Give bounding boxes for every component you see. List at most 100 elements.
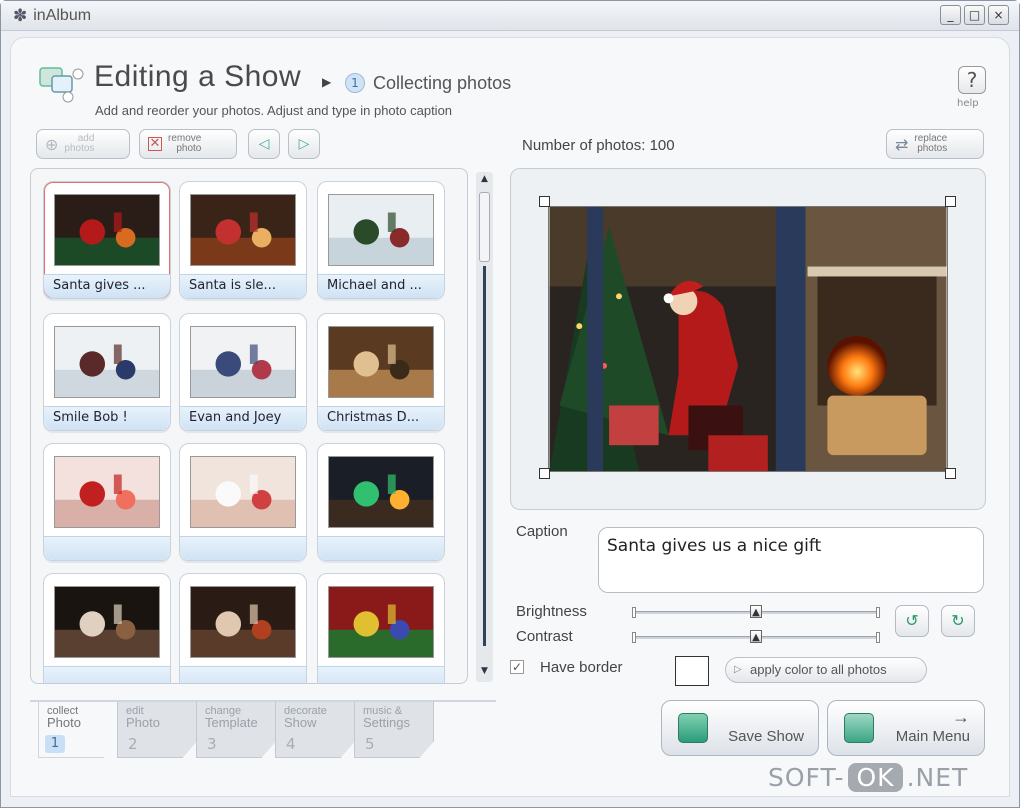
add-photos-button[interactable]: ⊕ add photos bbox=[36, 129, 130, 159]
brightness-label: Brightness bbox=[516, 603, 587, 620]
close-button[interactable]: × bbox=[988, 5, 1009, 25]
photo-thumbnail[interactable] bbox=[179, 573, 307, 683]
tab-step-1[interactable]: collect Photo 1 bbox=[38, 702, 118, 758]
arrow-left-icon: ◁ bbox=[258, 136, 270, 152]
photo-image bbox=[54, 586, 160, 658]
caption-label: Caption bbox=[516, 523, 568, 540]
replace-icon: ⇄ bbox=[895, 134, 909, 154]
have-border-checkbox[interactable]: ✓ bbox=[510, 660, 524, 674]
save-show-button[interactable]: Save Show bbox=[661, 700, 819, 756]
move-right-button[interactable]: ▷ bbox=[288, 129, 320, 159]
photo-caption[interactable]: Santa is sle... bbox=[180, 274, 306, 298]
photo-image bbox=[54, 326, 160, 398]
scroll-down-arrow-icon[interactable]: ▼ bbox=[478, 666, 491, 680]
photo-thumbnail[interactable]: Christmas D... bbox=[317, 313, 445, 431]
tab-step-3[interactable]: change Template 3 bbox=[196, 702, 276, 758]
preview-photo[interactable] bbox=[548, 206, 948, 472]
crop-handle-top-left[interactable] bbox=[539, 196, 550, 207]
border-color-swatch[interactable] bbox=[675, 656, 709, 686]
scroll-thumb[interactable] bbox=[479, 192, 490, 262]
photo-image bbox=[328, 586, 434, 658]
crop-handle-bottom-right[interactable] bbox=[945, 468, 956, 479]
tab-number: 2 bbox=[128, 735, 138, 753]
tab-step-4[interactable]: decorate Show 4 bbox=[275, 702, 355, 758]
watermark-right: .NET bbox=[906, 763, 969, 792]
photo-caption[interactable] bbox=[318, 666, 444, 683]
tab-number: 5 bbox=[365, 735, 375, 753]
photo-caption[interactable] bbox=[180, 536, 306, 560]
remove-photo-button[interactable]: ✕ remove photo bbox=[139, 129, 237, 159]
replace-photos-button[interactable]: ⇄ replace photos bbox=[886, 129, 984, 159]
crop-handle-top-right[interactable] bbox=[945, 196, 956, 207]
photo-caption[interactable]: Evan and Joey bbox=[180, 406, 306, 430]
photo-caption[interactable]: Christmas D... bbox=[318, 406, 444, 430]
minimize-button[interactable]: _ bbox=[940, 5, 961, 25]
photo-thumbnail[interactable]: Evan and Joey bbox=[179, 313, 307, 431]
tab-label-line2: Photo bbox=[126, 715, 160, 730]
brightness-slider[interactable]: ▲ bbox=[632, 605, 880, 618]
contrast-slider[interactable]: ▲ bbox=[632, 630, 880, 643]
photo-thumbnail[interactable] bbox=[179, 443, 307, 561]
main-menu-label: Main Menu bbox=[895, 728, 970, 745]
contrast-slider-knob[interactable]: ▲ bbox=[750, 630, 762, 643]
photo-list: Santa gives ... Santa is sle... Michael … bbox=[30, 168, 468, 684]
watermark-left: SOFT- bbox=[768, 763, 845, 792]
photo-caption[interactable] bbox=[318, 536, 444, 560]
scroll-up-arrow-icon[interactable]: ▲ bbox=[478, 174, 491, 188]
tab-label-line2: Template bbox=[205, 715, 258, 730]
main-menu-button[interactable]: → Main Menu bbox=[827, 700, 985, 756]
photo-thumbnail[interactable]: Santa gives ... bbox=[43, 181, 171, 299]
plus-icon: ⊕ bbox=[45, 134, 59, 154]
tab-label-line2: Photo bbox=[47, 715, 81, 730]
photo-thumbnail[interactable]: Michael and ... bbox=[317, 181, 445, 299]
tab-label-line2: Settings bbox=[363, 715, 410, 730]
photos-edit-icon bbox=[39, 67, 84, 103]
scroll-track[interactable] bbox=[483, 266, 486, 646]
app-logo-icon: ✽ bbox=[13, 5, 28, 26]
photo-thumbnail[interactable] bbox=[317, 573, 445, 683]
photo-thumbnail[interactable] bbox=[317, 443, 445, 561]
photo-thumbnail[interactable]: Santa is sle... bbox=[179, 181, 307, 299]
page-title: Editing a Show bbox=[94, 60, 302, 93]
photo-caption[interactable] bbox=[180, 666, 306, 683]
photo-thumbnail[interactable]: Smile Bob ! bbox=[43, 313, 171, 431]
rotate-right-button[interactable]: ↻ bbox=[941, 605, 975, 637]
photo-image bbox=[190, 586, 296, 658]
apply-color-button[interactable]: ▷ apply color to all photos bbox=[725, 657, 927, 683]
photo-caption[interactable] bbox=[44, 666, 170, 683]
caption-input[interactable]: Santa gives us a nice gift bbox=[598, 527, 984, 593]
maximize-button[interactable]: □ bbox=[964, 5, 985, 25]
remove-icon: ✕ bbox=[148, 136, 162, 151]
photo-caption[interactable]: Santa gives ... bbox=[44, 274, 170, 298]
photo-list-scrollbar[interactable]: ▲ ▼ bbox=[476, 172, 493, 682]
rotate-left-button[interactable]: ↺ bbox=[895, 605, 929, 637]
help-button[interactable]: ? bbox=[958, 66, 986, 94]
photo-thumbnail[interactable] bbox=[43, 573, 171, 683]
brightness-slider-knob[interactable]: ▲ bbox=[750, 605, 762, 618]
watermark: SOFT- OK .NET bbox=[768, 763, 968, 792]
photo-caption[interactable]: Smile Bob ! bbox=[44, 406, 170, 430]
photo-image bbox=[54, 456, 160, 528]
move-left-button[interactable]: ◁ bbox=[248, 129, 280, 159]
tab-number: 1 bbox=[45, 735, 65, 753]
crop-handle-bottom-left[interactable] bbox=[539, 468, 550, 479]
contrast-label: Contrast bbox=[516, 628, 573, 645]
photo-caption[interactable] bbox=[44, 536, 170, 560]
replace-photos-label-2: photos bbox=[917, 143, 948, 154]
arrow-right-icon: ▷ bbox=[298, 136, 310, 152]
save-icon bbox=[678, 713, 708, 743]
tab-step-5[interactable]: music & Settings 5 bbox=[354, 702, 434, 758]
photo-caption[interactable]: Michael and ... bbox=[318, 274, 444, 298]
add-photos-label-2: photos bbox=[64, 143, 95, 154]
arrow-right-icon: → bbox=[952, 707, 970, 727]
title-bar: ✽ inAlbum _ □ × bbox=[1, 1, 1019, 31]
remove-photo-label-2: photo bbox=[176, 143, 202, 154]
photo-count: Number of photos: 100 bbox=[522, 137, 675, 154]
photo-thumbnail[interactable] bbox=[43, 443, 171, 561]
step-number-badge: 1 bbox=[345, 73, 365, 93]
page-subtitle: Add and reorder your photos. Adjust and … bbox=[95, 103, 453, 118]
rotate-right-icon: ↻ bbox=[951, 611, 965, 630]
tab-label-line2: Show bbox=[284, 715, 317, 730]
tab-step-2[interactable]: edit Photo 2 bbox=[117, 702, 197, 758]
photo-image bbox=[190, 194, 296, 266]
